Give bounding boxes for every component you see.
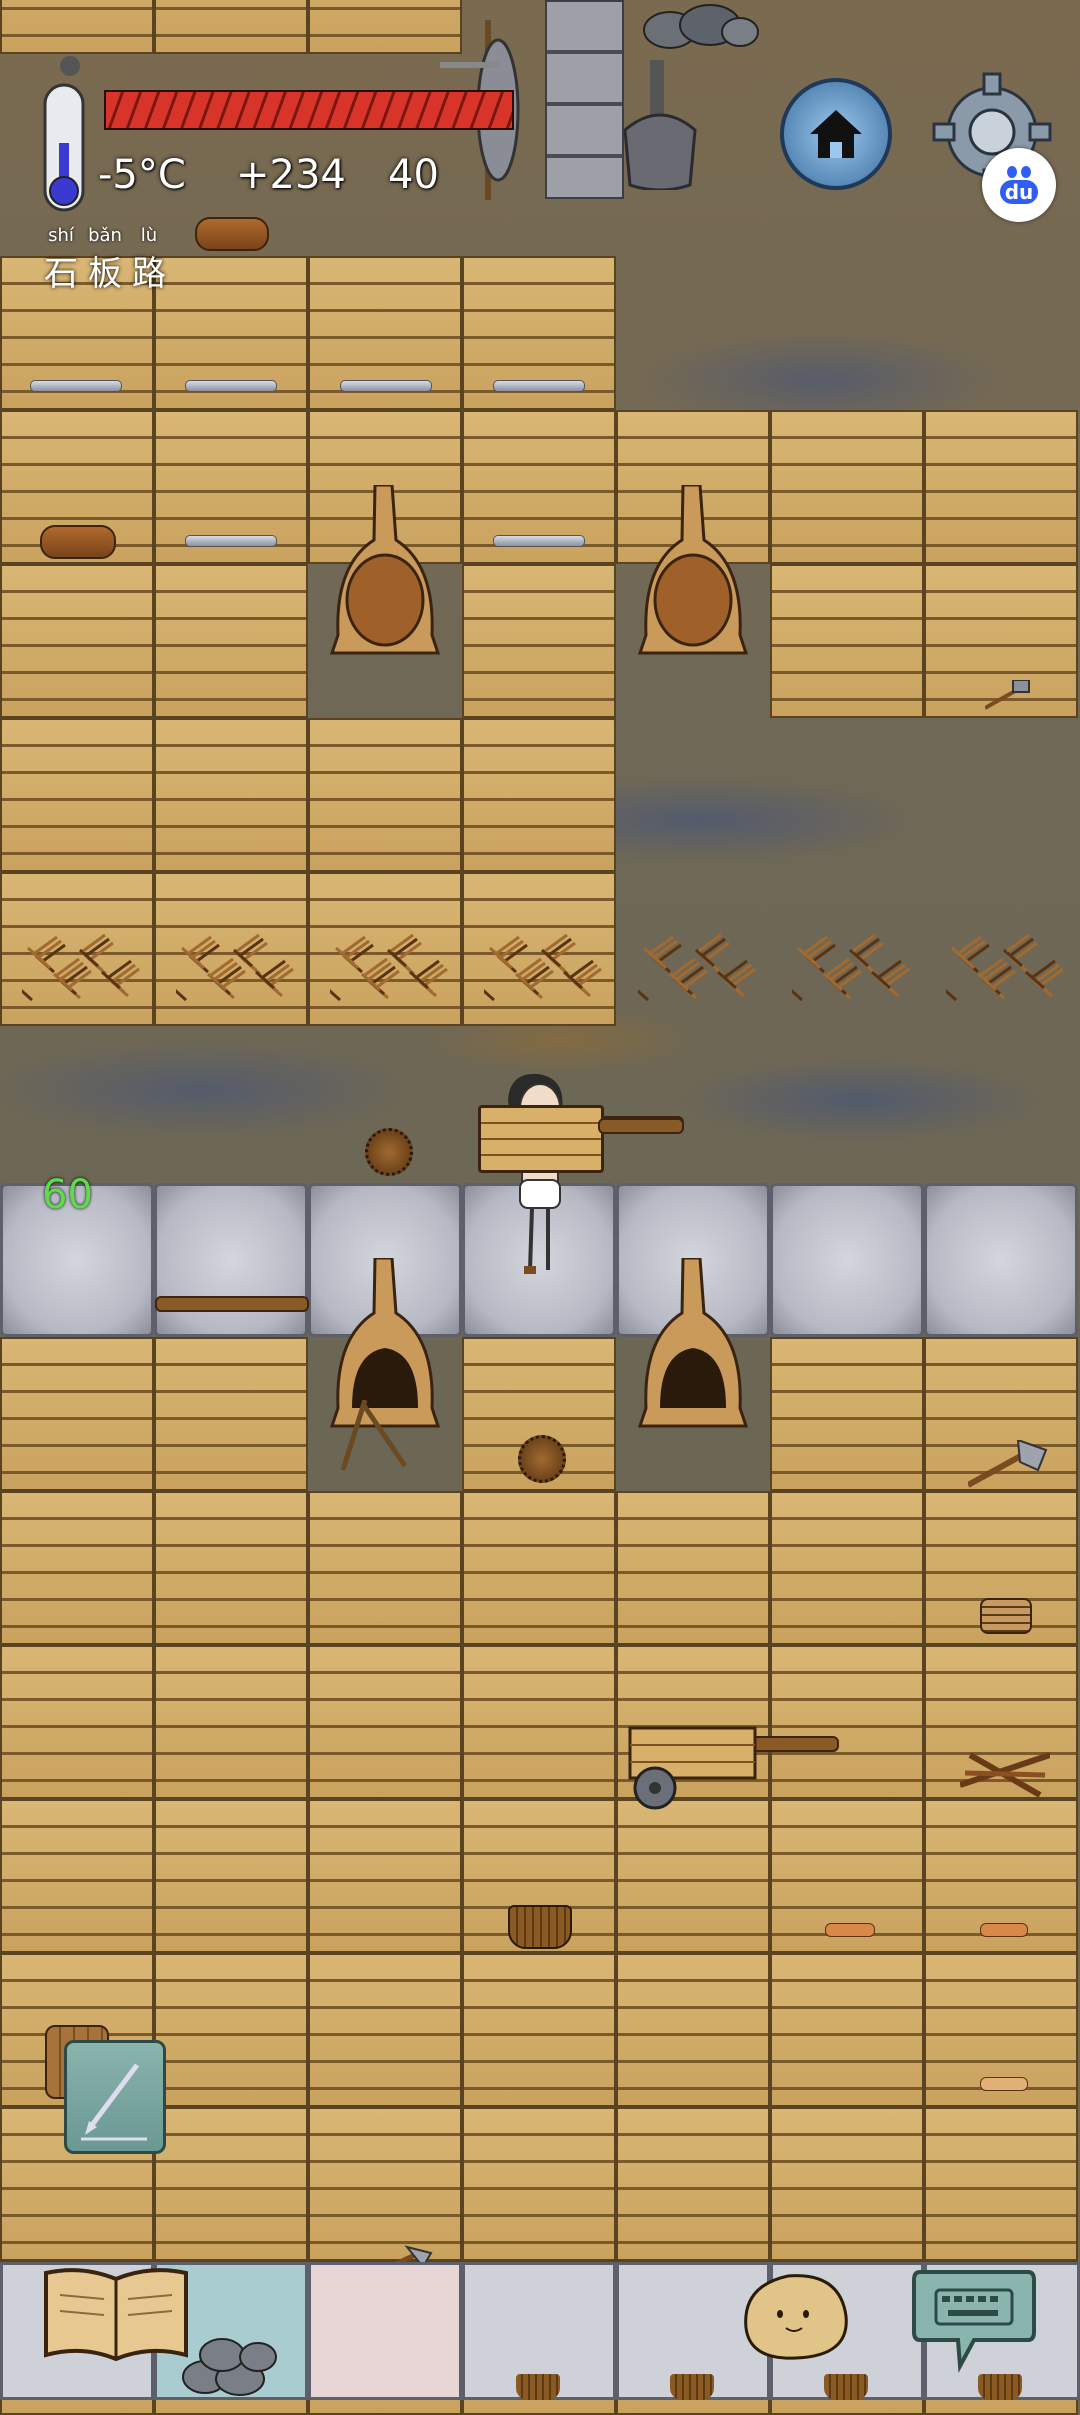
pencil-icon (81, 2063, 147, 2141)
iron-bar[interactable] (185, 380, 277, 392)
hay-pile[interactable] (13, 930, 142, 1010)
iron-bar[interactable] (493, 380, 585, 392)
baidu-badge[interactable]: du (982, 148, 1056, 222)
keyboard-icon (912, 2270, 1036, 2373)
temperature-readout: -5°C (98, 152, 186, 198)
pinyin: shí (48, 225, 74, 246)
food-bonus-readout: +234 (236, 152, 346, 198)
wooden-crate[interactable] (478, 1105, 604, 1173)
player-character[interactable] (500, 1070, 570, 1280)
fire-tongs[interactable] (335, 1399, 415, 1471)
hay-pile[interactable] (783, 930, 912, 1010)
woven-basket[interactable] (508, 1905, 572, 1949)
long-stick[interactable] (598, 1118, 684, 1134)
location-char: 路 (132, 254, 166, 294)
stone-pile (180, 2327, 280, 2397)
log[interactable] (195, 217, 269, 251)
baidu-paw-icon: du (999, 166, 1039, 204)
long-stick[interactable] (155, 1296, 309, 1312)
bellows-machine[interactable] (620, 60, 700, 192)
basket-icon (670, 2374, 714, 2400)
basket-icon (824, 2374, 868, 2400)
pinyin: lù (140, 225, 158, 246)
stone-pillar (545, 0, 624, 199)
health-bar-fill (106, 92, 512, 128)
edit-button[interactable] (64, 2040, 166, 2154)
floating-number: 60 (42, 1172, 93, 1218)
location-label: shí 石 bǎn 板 lù 路 (44, 225, 166, 295)
adobe-kiln[interactable] (329, 483, 441, 655)
health-bar (104, 90, 514, 130)
iron-bar[interactable] (493, 535, 585, 547)
potato-face-icon (744, 2274, 848, 2360)
adobe-kiln-open[interactable] (637, 1256, 749, 1428)
adobe-kiln[interactable] (637, 483, 749, 655)
home-button[interactable] (780, 78, 892, 190)
hay-pile[interactable] (167, 930, 296, 1010)
bread[interactable] (980, 2077, 1028, 2091)
location-char: 石 (44, 254, 78, 294)
clay-plates[interactable] (980, 1598, 1032, 1634)
axe[interactable] (966, 1438, 1048, 1490)
home-icon (810, 110, 862, 158)
hay-pile[interactable] (629, 930, 758, 1010)
burdock-burr[interactable] (518, 1435, 566, 1483)
rock-pile[interactable] (640, 0, 760, 50)
emote-button[interactable] (736, 2268, 852, 2364)
pinyin: bǎn (88, 225, 122, 246)
kindling[interactable] (959, 1745, 1051, 1800)
rope-coil[interactable] (60, 56, 80, 76)
bread[interactable] (825, 1923, 875, 1937)
recipe-book-button[interactable] (42, 2265, 190, 2363)
burdock-burr[interactable] (365, 1128, 413, 1176)
thermometer-icon (37, 83, 92, 218)
age-readout: 40 (388, 152, 439, 198)
hay-pile[interactable] (321, 930, 450, 1010)
inventory-slot[interactable] (308, 2262, 462, 2400)
iron-bar[interactable] (340, 380, 432, 392)
location-char: 板 (88, 254, 122, 294)
book-icon (44, 2268, 188, 2362)
hay-pile[interactable] (937, 930, 1066, 1010)
baidu-label: du (999, 180, 1039, 204)
basket-icon (978, 2374, 1022, 2400)
world-objects (0, 0, 1080, 2400)
iron-bar[interactable] (30, 380, 122, 392)
basket-icon (516, 2374, 560, 2400)
handcart[interactable] (625, 1720, 765, 1810)
iron-bar[interactable] (185, 535, 277, 547)
chat-keyboard-button[interactable] (910, 2262, 1038, 2374)
log[interactable] (40, 525, 116, 559)
bread[interactable] (980, 1923, 1028, 1937)
hay-pile[interactable] (475, 930, 604, 1010)
hammer[interactable] (984, 679, 1030, 710)
